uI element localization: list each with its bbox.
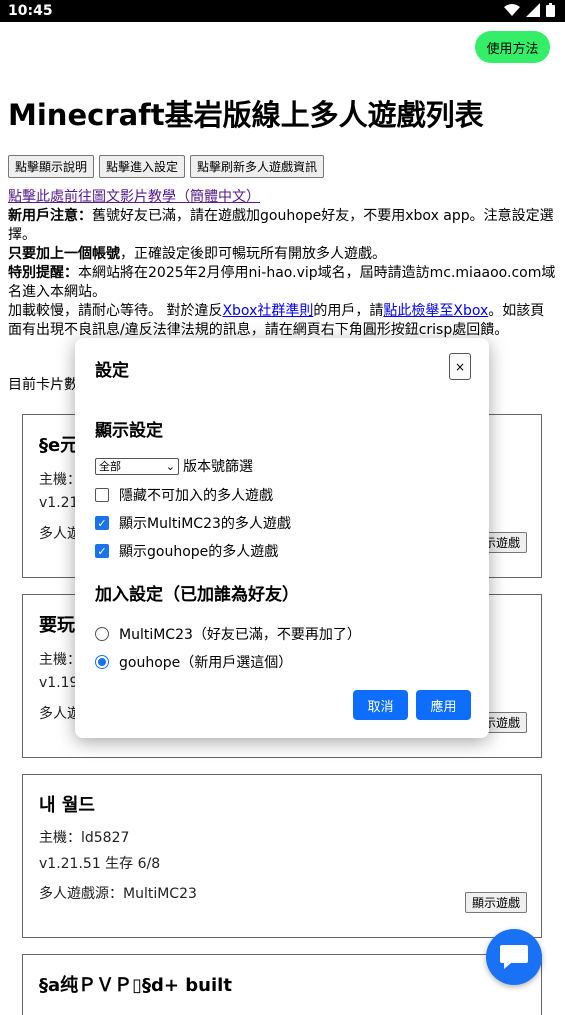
version-select[interactable]: 全部 ⌄ bbox=[95, 457, 179, 475]
checkbox-label: 隱藏不可加入的多人遊戲 bbox=[119, 488, 273, 504]
only-add-label: 只要加上一個帳號 bbox=[8, 246, 120, 262]
card-version: v1.19 bbox=[39, 675, 79, 691]
status-icons bbox=[504, 3, 555, 17]
wifi-icon bbox=[504, 4, 520, 16]
show-game-button[interactable]: 顯示遊戲 bbox=[464, 892, 527, 913]
radio-label: MultiMC23（好友已滿，不要再加了） bbox=[119, 627, 361, 643]
status-time: 10:45 bbox=[8, 3, 53, 19]
special-text: 本網站將在2025年2月停用ni-hao.vip域名，屆時請造訪mc.miaao… bbox=[8, 265, 556, 300]
card-source: 多人遊戲源：MultiMC23 bbox=[39, 886, 197, 902]
radio-selected-icon[interactable] bbox=[95, 655, 109, 669]
crisp-chat-button[interactable] bbox=[486, 929, 542, 985]
checkbox-checked-icon[interactable]: ✓ bbox=[95, 516, 109, 530]
new-user-label: 新用戶注意： bbox=[8, 208, 92, 224]
radio-multimc23[interactable]: MultiMC23（好友已滿，不要再加了） bbox=[95, 624, 361, 644]
action-buttons: 點擊顯示說明 點擊進入設定 點擊刷新多人遊戲資訊 bbox=[8, 155, 325, 178]
chevron-down-icon: ⌄ bbox=[165, 459, 175, 473]
version-filter-label: 版本號篩選 bbox=[183, 459, 253, 475]
loading-text-2: 的用戶，請 bbox=[313, 303, 384, 319]
notice-section: 點擊此處前往圖文影片教學（簡體中文） 新用戶注意：舊號好友已滿，請在遊戲加gou… bbox=[8, 188, 558, 340]
card-count: 目前卡片數 bbox=[8, 377, 78, 393]
only-add-text: ，正確設定後即可暢玩所有開放多人遊戲。 bbox=[120, 246, 386, 262]
xbox-rules-link[interactable]: Xbox社群準則 bbox=[222, 303, 313, 319]
radio-label: gouhope（新用戶選這個） bbox=[119, 655, 293, 671]
settings-modal: 設定 × 顯示設定 全部 ⌄ 版本號篩選 隱藏不可加入的多人遊戲 ✓ 顯示Mult… bbox=[75, 338, 489, 738]
refresh-button[interactable]: 點擊刷新多人遊戲資訊 bbox=[190, 155, 325, 178]
signal-icon bbox=[526, 3, 540, 17]
display-settings-heading: 顯示設定 bbox=[95, 421, 163, 441]
server-card: §a纯ＰＶＰ▯§d+ built bbox=[22, 954, 542, 1015]
report-link[interactable]: 點此檢舉至Xbox bbox=[383, 303, 488, 319]
checkbox-icon[interactable] bbox=[95, 488, 109, 502]
help-button[interactable]: 使用方法 bbox=[475, 31, 550, 63]
checkbox-show-multimc23[interactable]: ✓ 顯示MultiMC23的多人遊戲 bbox=[95, 513, 291, 533]
card-host: 主機：ld5827 bbox=[39, 830, 130, 846]
show-instructions-button[interactable]: 點擊顯示說明 bbox=[8, 155, 95, 178]
checkbox-label: 顯示MultiMC23的多人遊戲 bbox=[119, 516, 291, 532]
checkbox-label: 顯示gouhope的多人遊戲 bbox=[119, 544, 279, 560]
card-version: v1.21.51 生存 6/8 bbox=[39, 856, 161, 872]
status-bar: 10:45 bbox=[0, 0, 565, 22]
radio-icon[interactable] bbox=[95, 627, 109, 641]
video-tutorial-link[interactable]: 點擊此處前往圖文影片教學（簡體中文） bbox=[8, 189, 260, 205]
special-label: 特別提醒： bbox=[8, 265, 78, 281]
card-title: §e元 bbox=[39, 435, 79, 456]
checkbox-show-gouhope[interactable]: ✓ 顯示gouhope的多人遊戲 bbox=[95, 541, 278, 561]
join-settings-heading: 加入設定（已加誰為好友） bbox=[95, 585, 299, 605]
card-title: §a纯ＰＶＰ▯§d+ built bbox=[39, 975, 232, 996]
version-select-value: 全部 bbox=[99, 460, 121, 473]
battery-icon bbox=[546, 3, 555, 17]
card-title: 要玩 bbox=[39, 615, 75, 636]
open-settings-button[interactable]: 點擊進入設定 bbox=[99, 155, 186, 178]
close-button[interactable]: × bbox=[449, 353, 471, 380]
card-version: v1.21 bbox=[39, 495, 79, 511]
server-card: 내 월드 主機：ld5827 v1.21.51 生存 6/8 多人遊戲源：Mul… bbox=[22, 774, 542, 938]
chat-bubble-icon bbox=[500, 945, 528, 969]
card-title: 내 월드 bbox=[39, 795, 95, 816]
modal-title: 設定 bbox=[95, 361, 129, 381]
apply-button[interactable]: 應用 bbox=[416, 690, 471, 720]
page-title: Minecraft基岩版線上多人遊戲列表 bbox=[8, 98, 484, 132]
loading-text: 加載較慢，請耐心等待。 對於違反 bbox=[8, 303, 223, 319]
checkbox-hide-unjoinable[interactable]: 隱藏不可加入的多人遊戲 bbox=[95, 485, 273, 505]
radio-gouhope[interactable]: gouhope（新用戶選這個） bbox=[95, 652, 292, 672]
cancel-button[interactable]: 取消 bbox=[353, 690, 408, 720]
checkbox-checked-icon[interactable]: ✓ bbox=[95, 544, 109, 558]
version-filter-row: 全部 ⌄ 版本號篩選 bbox=[95, 456, 253, 476]
